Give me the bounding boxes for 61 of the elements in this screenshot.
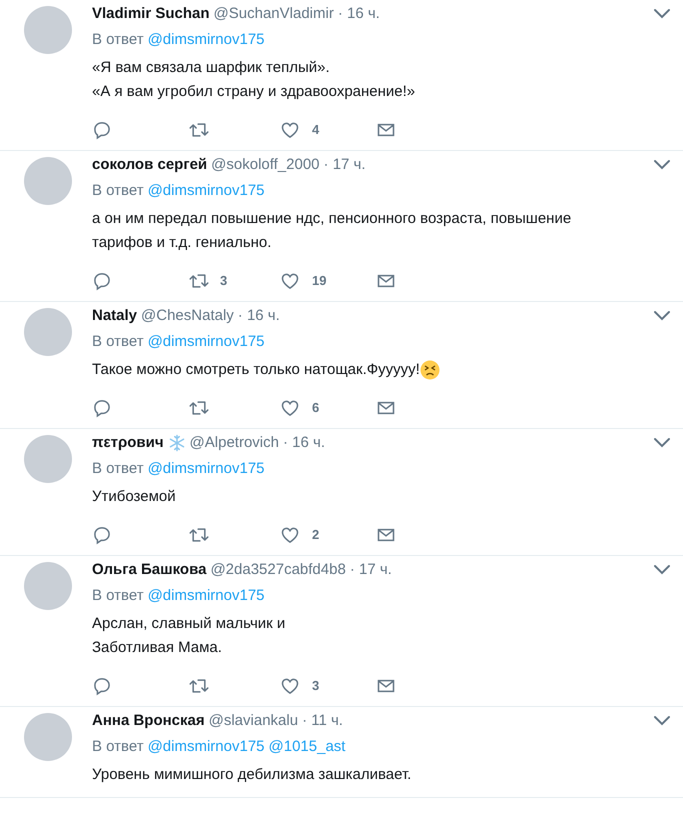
like-count: 6: [312, 399, 320, 418]
reply-icon[interactable]: [92, 271, 112, 291]
like-count: 3: [312, 677, 320, 696]
mention-link[interactable]: @dimsmirnov175: [148, 459, 265, 479]
user-handle[interactable]: @sokoloff_2000: [211, 155, 320, 175]
reply-label: В ответ: [92, 181, 144, 201]
reply-label: В ответ: [92, 737, 144, 757]
user-handle[interactable]: @ChesNataly: [141, 306, 234, 326]
user-name[interactable]: Анна Вронская: [92, 711, 205, 731]
chevron-down-icon[interactable]: [653, 715, 671, 727]
tweet-text: Такое можно смотреть только натощак.Фууууу!: [92, 360, 420, 380]
user-handle[interactable]: @Alpetrovich: [190, 433, 279, 453]
reply-icon[interactable]: [92, 398, 112, 418]
mention-link[interactable]: @dimsmirnov175: [148, 737, 265, 757]
user-name[interactable]: Ольга Башкова: [92, 560, 206, 580]
user-name[interactable]: πεтρович: [92, 433, 164, 453]
tweet-time[interactable]: · 16 ч.: [238, 306, 280, 326]
mention-link[interactable]: @dimsmirnov175: [148, 30, 265, 50]
user-name[interactable]: Vladimir Suchan: [92, 4, 210, 24]
like-count: 2: [312, 526, 320, 544]
mention-link[interactable]: @dimsmirnov175: [148, 586, 265, 606]
reply-label: В ответ: [92, 459, 144, 479]
user-name[interactable]: соколов сергей: [92, 155, 208, 175]
reply-icon[interactable]: [92, 120, 112, 140]
retweet-count: 3: [220, 272, 228, 290]
reply-icon[interactable]: [92, 676, 112, 696]
mention-link[interactable]: @dimsmirnov175: [148, 332, 265, 352]
chevron-down-icon[interactable]: [653, 564, 671, 576]
tweet-text: Заботливая Мама.: [92, 638, 222, 658]
heart-icon[interactable]: [280, 525, 300, 545]
chevron-down-icon[interactable]: [653, 159, 671, 171]
tweet-text: Утибоземой: [92, 487, 176, 507]
chevron-down-icon[interactable]: [653, 8, 671, 20]
tweet-time[interactable]: · 17 ч.: [324, 155, 366, 175]
reply-label: В ответ: [92, 332, 144, 352]
chevron-down-icon[interactable]: [653, 437, 671, 449]
user-handle[interactable]: @slaviankalu: [208, 711, 298, 731]
reply-icon[interactable]: [92, 525, 112, 545]
user-handle[interactable]: @2da3527cabfd4b8: [210, 560, 346, 580]
tweet-text: «А я вам угробил страну и здравоохранение!»: [92, 82, 416, 102]
user-name[interactable]: Nataly: [92, 306, 138, 326]
chevron-down-icon[interactable]: [653, 310, 671, 322]
tweet-text: а он им передал повышение ндс, пенсионного возраста, повышение тарифов и т.д. гениально.: [92, 209, 572, 253]
tweet-text: «Я вам связала шарфик теплый».: [92, 58, 330, 78]
user-handle[interactable]: @SuchanVladimir: [214, 4, 334, 24]
heart-icon[interactable]: [280, 398, 300, 418]
tweet-time[interactable]: · 17 ч.: [350, 560, 392, 580]
tweet-text: Арслан, славный мальчик и: [92, 614, 286, 634]
tweet-text: Уровень мимишного дебилизма зашкаливает.: [92, 765, 412, 785]
heart-icon[interactable]: [280, 676, 300, 696]
reply-label: В ответ: [92, 586, 144, 606]
reply-label: В ответ: [92, 30, 144, 50]
like-count: 4: [312, 121, 320, 140]
heart-icon[interactable]: [280, 271, 300, 291]
heart-icon[interactable]: [280, 120, 300, 140]
mention-link[interactable]: @dimsmirnov175: [148, 181, 265, 201]
mention-link[interactable]: @1015_ast: [268, 737, 346, 757]
like-count: 19: [312, 272, 326, 290]
tweet-time[interactable]: · 16 ч.: [282, 433, 325, 453]
tweet-time[interactable]: · 11 ч.: [302, 711, 343, 731]
tweet-time[interactable]: · 16 ч.: [338, 4, 380, 24]
